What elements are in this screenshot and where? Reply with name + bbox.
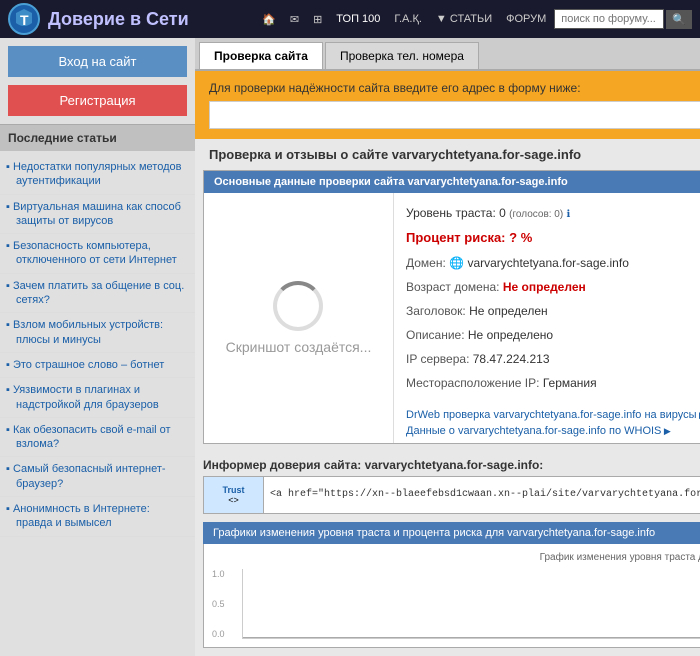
description-value: Не определено (468, 328, 553, 342)
informer-box: Trust <> <a href="https://xn--blaeefebsd… (203, 476, 700, 514)
graph-y-labels: 1.0 0.5 0.0 (212, 569, 225, 639)
screenshot-text: Скриншот создаётся... (226, 339, 372, 355)
sidebar-article-item[interactable]: Уязвимости в плагинах и надстройкой для … (0, 378, 195, 418)
nav-articles[interactable]: ▼ СТАТЬИ (430, 9, 498, 29)
nav-forum[interactable]: ФОРУМ (500, 9, 552, 29)
location-value: Германия (543, 376, 597, 390)
domain-label: Домен: (406, 256, 446, 270)
search-button[interactable]: 🔍 (666, 10, 692, 29)
data-box-content: Скриншот создаётся... Уровень траста: 0 … (204, 193, 700, 443)
whois-link[interactable]: Данные о varvarychtetyana.for-sage.info … (406, 423, 700, 439)
nav-top100[interactable]: ТОП 100 (330, 9, 386, 29)
sidebar-articles: Недостатки популярных методов аутентифик… (0, 151, 195, 541)
informer-title: Информер доверия сайта: varvarychtetyana… (203, 452, 700, 476)
site-info: Уровень траста: 0 (голосов: 0) ℹ Процент… (394, 193, 700, 403)
ip-row: IP сервера: 78.47.224.213 (406, 347, 700, 371)
age-value: Не определен (503, 280, 586, 294)
sidebar-article-item[interactable]: Безопасность компьютера, отключенного от… (0, 234, 195, 274)
description-label: Описание: (406, 328, 465, 342)
site-links: DrWeb проверка varvarychtetyana.for-sage… (394, 403, 700, 443)
ip-value: 78.47.224.213 (473, 352, 550, 366)
login-button[interactable]: Вход на сайт (8, 46, 187, 77)
domain-row: Домен: 🌐 varvarychtetyana.for-sage.info (406, 251, 700, 275)
result-site-name: varvarychtetyana.for-sage.info (392, 147, 581, 162)
data-box-header: Основные данные проверки сайта varvarych… (204, 171, 700, 193)
header-label: Заголовок: (406, 304, 466, 318)
nav-faq[interactable]: Г.А.Қ. (388, 9, 428, 29)
graph-line-area (242, 569, 700, 639)
sidebar-article-item[interactable]: Виртуальная машина как способ защиты от … (0, 195, 195, 235)
badge-trust-text: Trust (212, 485, 255, 495)
description-row: Описание: Не определено (406, 323, 700, 347)
age-label: Возраст домена: (406, 280, 499, 294)
sidebar-article-item[interactable]: Как обезопасить свой e-mail от взлома? (0, 418, 195, 458)
sidebar-article-item[interactable]: Недостатки популярных методов аутентифик… (0, 155, 195, 195)
badge-value: <> (212, 495, 255, 505)
y-label-bot: 0.0 (212, 629, 225, 639)
nav-email[interactable]: ✉ (284, 9, 305, 30)
flat-line (243, 637, 700, 638)
nav-grid[interactable]: ⊞ (307, 9, 328, 30)
graph-box: График изменения уровня траста для varva… (203, 544, 700, 648)
graph-title: График изменения уровня траста для varva… (212, 552, 700, 563)
check-instruction: Для проверки надёжности сайта введите ег… (209, 81, 700, 95)
domain-globe-icon: 🌐 (449, 256, 467, 270)
trust-label: Уровень траста: (406, 206, 496, 220)
y-label-mid: 0.5 (212, 599, 225, 609)
tab-check-site[interactable]: Проверка сайта (199, 42, 323, 69)
header-value: Не определен (469, 304, 548, 318)
check-input-row: ПРОВЕРКА САЙТА (209, 101, 700, 129)
svg-text:Т: Т (20, 12, 29, 28)
percent-value: ? % (509, 230, 532, 245)
main-layout: Вход на сайт Регистрация Последние стать… (0, 38, 700, 656)
virus-check-link[interactable]: DrWeb проверка varvarychtetyana.for-sage… (406, 407, 700, 423)
tab-check-phone[interactable]: Проверка тел. номера (325, 42, 479, 69)
trust-level-row: Уровень траста: 0 (голосов: 0) ℹ (406, 201, 700, 225)
domain-value: varvarychtetyana.for-sage.info (467, 256, 628, 270)
percent-row: Процент риска: ? % (406, 225, 700, 251)
trust-value: 0 (499, 206, 506, 220)
register-button[interactable]: Регистрация (8, 85, 187, 116)
check-section: Для проверки надёжности сайта введите ег… (195, 71, 700, 139)
site-url-input[interactable] (209, 101, 700, 129)
content-area: Проверка сайта Проверка тел. номера Для … (195, 38, 700, 656)
sidebar-article-item[interactable]: Анонимность в Интернете: правда и вымысе… (0, 497, 195, 537)
ip-label: IP сервера: (406, 352, 469, 366)
informer-code[interactable]: <a href="https://xn--blaeefebsd1cwaan.xn… (264, 485, 700, 504)
info-icon[interactable]: ℹ (567, 209, 571, 220)
nav-home[interactable]: 🏠 (256, 9, 282, 30)
screenshot-area: Скриншот создаётся... (204, 193, 394, 443)
data-box: Основные данные проверки сайта varvarych… (203, 170, 700, 444)
location-row: Месторасположение IP: Германия (406, 371, 700, 395)
loading-spinner (273, 281, 323, 331)
recent-articles-title: Последние статьи (0, 124, 195, 151)
site-title: Доверие в Сети (48, 9, 256, 30)
sidebar-article-item[interactable]: Взлом мобильных устройств: плюсы и минус… (0, 313, 195, 353)
header-row: Заголовок: Не определен (406, 299, 700, 323)
search-input[interactable] (554, 9, 664, 29)
sidebar-article-item[interactable]: Это страшное слово – ботнет (0, 353, 195, 378)
sidebar-article-item[interactable]: Самый безопасный интернет-браузер? (0, 457, 195, 497)
result-title-prefix: Проверка и отзывы о сайте (209, 147, 392, 162)
header: Т Доверие в Сети 🏠 ✉ ⊞ ТОП 100 Г.А.Қ. ▼ … (0, 0, 700, 38)
y-label-top: 1.0 (212, 569, 225, 579)
logo-icon: Т (8, 3, 40, 35)
tab-bar: Проверка сайта Проверка тел. номера (195, 38, 700, 71)
graph-section: Графики изменения уровня траста и процен… (203, 522, 700, 648)
age-row: Возраст домена: Не определен (406, 275, 700, 299)
informer-section: Информер доверия сайта: varvarychtetyana… (203, 452, 700, 514)
percent-label: Процент риска: (406, 230, 506, 245)
sidebar: Вход на сайт Регистрация Последние стать… (0, 38, 195, 656)
graph-area: 1.0 0.5 0.0 (212, 569, 700, 639)
nav-bar: 🏠 ✉ ⊞ ТОП 100 Г.А.Қ. ▼ СТАТЬИ ФОРУМ 🔍 (256, 9, 692, 30)
trust-votes: (голосов: 0) (509, 209, 563, 220)
sidebar-article-item[interactable]: Зачем платить за общение в соц. сетях? (0, 274, 195, 314)
informer-badge: Trust <> (204, 477, 264, 513)
result-title: Проверка и отзывы о сайте varvarychtetya… (195, 139, 700, 170)
location-label: Месторасположение IP: (406, 376, 539, 390)
